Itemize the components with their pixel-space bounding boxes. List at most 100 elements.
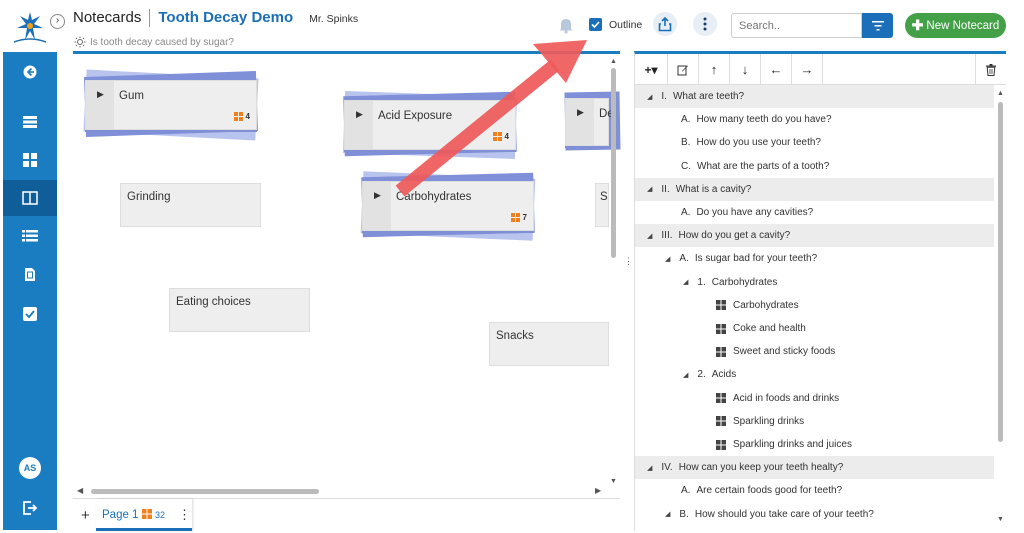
notecard-carbohydrates[interactable]: ▶ Carbohydrates 7 — [362, 181, 534, 231]
notecard-eating-choices[interactable]: Eating choices — [169, 288, 310, 332]
outline-vertical-scrollbar[interactable]: ▲ ▼ — [996, 88, 1005, 528]
outline-row[interactable]: Acid in foods and drinks — [635, 387, 994, 410]
card-title: Eating choices — [176, 296, 251, 308]
page-menu-button[interactable]: ⋮ — [178, 507, 191, 523]
scroll-thumb[interactable] — [998, 102, 1003, 442]
outline-row[interactable]: ◢ A. Is sugar bad for your teeth? — [635, 247, 994, 270]
card-handle[interactable]: ▶ — [86, 81, 114, 129]
sidebar-item-columns[interactable] — [3, 180, 57, 216]
notecard-snacks[interactable]: Snacks — [489, 322, 609, 366]
outline-row[interactable]: Sparkling drinks — [635, 410, 994, 433]
outline-label: 1. — [697, 276, 706, 288]
card-handle[interactable]: ▶ — [566, 99, 594, 145]
outline-row[interactable]: A. Are certain foods good for teeth? — [635, 479, 994, 502]
scroll-thumb[interactable] — [91, 489, 319, 494]
outline-row[interactable]: Sparkling drinks and juices — [635, 433, 994, 456]
outline-row[interactable]: Carbohydrates — [635, 294, 994, 317]
share-button[interactable] — [653, 12, 677, 36]
outline-row[interactable]: ◢ B. How should you take care of your teet… — [635, 503, 994, 526]
notecard-grinding[interactable]: Grinding — [120, 183, 261, 227]
card-handle[interactable]: ▶ — [363, 182, 391, 230]
outline-label: 2. — [697, 369, 706, 381]
page-card-count: 32 — [155, 510, 166, 520]
scroll-up-icon[interactable]: ▲ — [610, 58, 617, 65]
sidebar-item-stacks[interactable] — [3, 104, 57, 140]
outline-heading-text: How do you get a cavity? — [678, 230, 791, 242]
scroll-down-icon[interactable]: ▼ — [610, 478, 617, 485]
card-handle[interactable]: ▶ — [345, 101, 373, 149]
notecard-s[interactable]: S — [595, 183, 609, 227]
outline-row[interactable]: C. What are the parts of a tooth? — [635, 155, 994, 178]
tab-page-1[interactable]: Page 1 32 ⋮ — [96, 499, 192, 531]
check-icon — [591, 21, 600, 29]
outline-toggle-label[interactable]: Outline — [609, 19, 642, 31]
notecard-gum[interactable]: ▶ Gum 4 — [85, 80, 257, 130]
logout-button[interactable] — [3, 490, 57, 526]
sidebar-item-list[interactable] — [3, 218, 57, 254]
notecard-grid-icon — [716, 300, 726, 311]
collapse-triangle-icon[interactable]: ◢ — [665, 510, 670, 518]
notecard-stack-icon — [233, 112, 243, 121]
move-down-button[interactable]: ↓ — [730, 54, 761, 85]
collapse-triangle-icon[interactable]: ◢ — [683, 371, 688, 379]
collapse-triangle-icon[interactable]: ◢ — [647, 232, 652, 240]
edit-button[interactable] — [668, 54, 699, 85]
move-up-button[interactable]: ↑ — [699, 54, 730, 85]
outline-row[interactable]: A. Do you have any cavities? — [635, 201, 994, 224]
more-options-button[interactable] — [693, 12, 717, 36]
notecard-de[interactable]: ▶ De — [565, 98, 614, 146]
indent-button[interactable]: → — [792, 54, 823, 85]
outdent-button[interactable]: ← — [761, 54, 792, 85]
outline-row[interactable]: ◢ III. How do you get a cavity? — [635, 224, 994, 248]
expand-sidebar-button[interactable]: › — [50, 14, 65, 29]
panel-splitter-handle[interactable]: ⋮ — [624, 256, 633, 267]
outline-heading-text: Acids — [711, 369, 737, 381]
collapse-triangle-icon[interactable]: ◢ — [647, 93, 652, 101]
collapse-triangle-icon[interactable]: ◢ — [647, 464, 652, 472]
collapse-triangle-icon[interactable]: ◢ — [683, 278, 688, 286]
sidebar-item-tasks[interactable] — [3, 296, 57, 332]
delete-button[interactable] — [975, 54, 1006, 85]
card-title: Carbohydrates — [396, 191, 472, 203]
sidebar-item-grid[interactable] — [3, 142, 57, 178]
sidebar-item-back[interactable] — [3, 54, 57, 90]
avatar[interactable]: AS — [3, 450, 57, 486]
scroll-thumb[interactable] — [611, 68, 616, 258]
add-outline-item-button[interactable]: +▾ — [635, 54, 668, 85]
outline-row[interactable]: ◢ 2. Acids — [635, 363, 994, 386]
notecard-grid-icon — [716, 323, 726, 334]
share-icon — [658, 16, 672, 31]
columns-icon — [22, 191, 38, 205]
outline-row[interactable]: ◢ IV. How can you keep your teeth healty? — [635, 456, 994, 480]
canvas-vertical-scrollbar[interactable]: ▲ ▼ — [609, 54, 618, 490]
search-input[interactable] — [731, 13, 862, 38]
scroll-up-icon[interactable]: ▲ — [997, 90, 1004, 97]
canvas-horizontal-scrollbar[interactable]: ◀ ▶ — [73, 486, 609, 496]
bell-icon[interactable] — [558, 16, 574, 34]
notecard-stack-icon — [142, 509, 152, 519]
outline-row[interactable]: ◢ I. What are teeth? — [635, 85, 994, 108]
outline-checkbox[interactable] — [589, 18, 602, 31]
outline-row[interactable]: Coke and health — [635, 317, 994, 340]
outline-row[interactable]: B. How do you use your teeth? — [635, 131, 994, 154]
notecard-canvas[interactable]: ▶ Gum 4 ▶ Acid Exposure 4 ▶ De Grinding — [73, 51, 621, 531]
add-page-button[interactable]: + — [81, 507, 90, 524]
filter-button[interactable] — [862, 13, 893, 38]
outline-notecard-title: Carbohydrates — [733, 299, 799, 311]
sidebar-item-document[interactable] — [3, 256, 57, 292]
title-divider — [149, 9, 151, 27]
collapse-triangle-icon[interactable]: ◢ — [647, 185, 652, 193]
scroll-down-icon[interactable]: ▼ — [997, 516, 1004, 523]
outline-notecard-title: Acid in foods and drinks — [733, 392, 840, 404]
filter-icon — [871, 20, 884, 30]
scroll-right-icon[interactable]: ▶ — [595, 486, 601, 495]
outline-row[interactable]: ◢ II. What is a cavity? — [635, 177, 994, 201]
project-title[interactable]: Tooth Decay Demo — [158, 9, 293, 26]
scroll-left-icon[interactable]: ◀ — [77, 486, 83, 495]
notecard-acid-exposure[interactable]: ▶ Acid Exposure 4 — [344, 100, 516, 150]
outline-row[interactable]: A. How many teeth do you have? — [635, 108, 994, 131]
collapse-triangle-icon[interactable]: ◢ — [665, 255, 670, 263]
outline-row[interactable]: Sweet and sticky foods — [635, 340, 994, 363]
outline-row[interactable]: ◢ 1. Carbohydrates — [635, 271, 994, 294]
new-notecard-button[interactable]: ✚ New Notecard — [905, 13, 1006, 38]
